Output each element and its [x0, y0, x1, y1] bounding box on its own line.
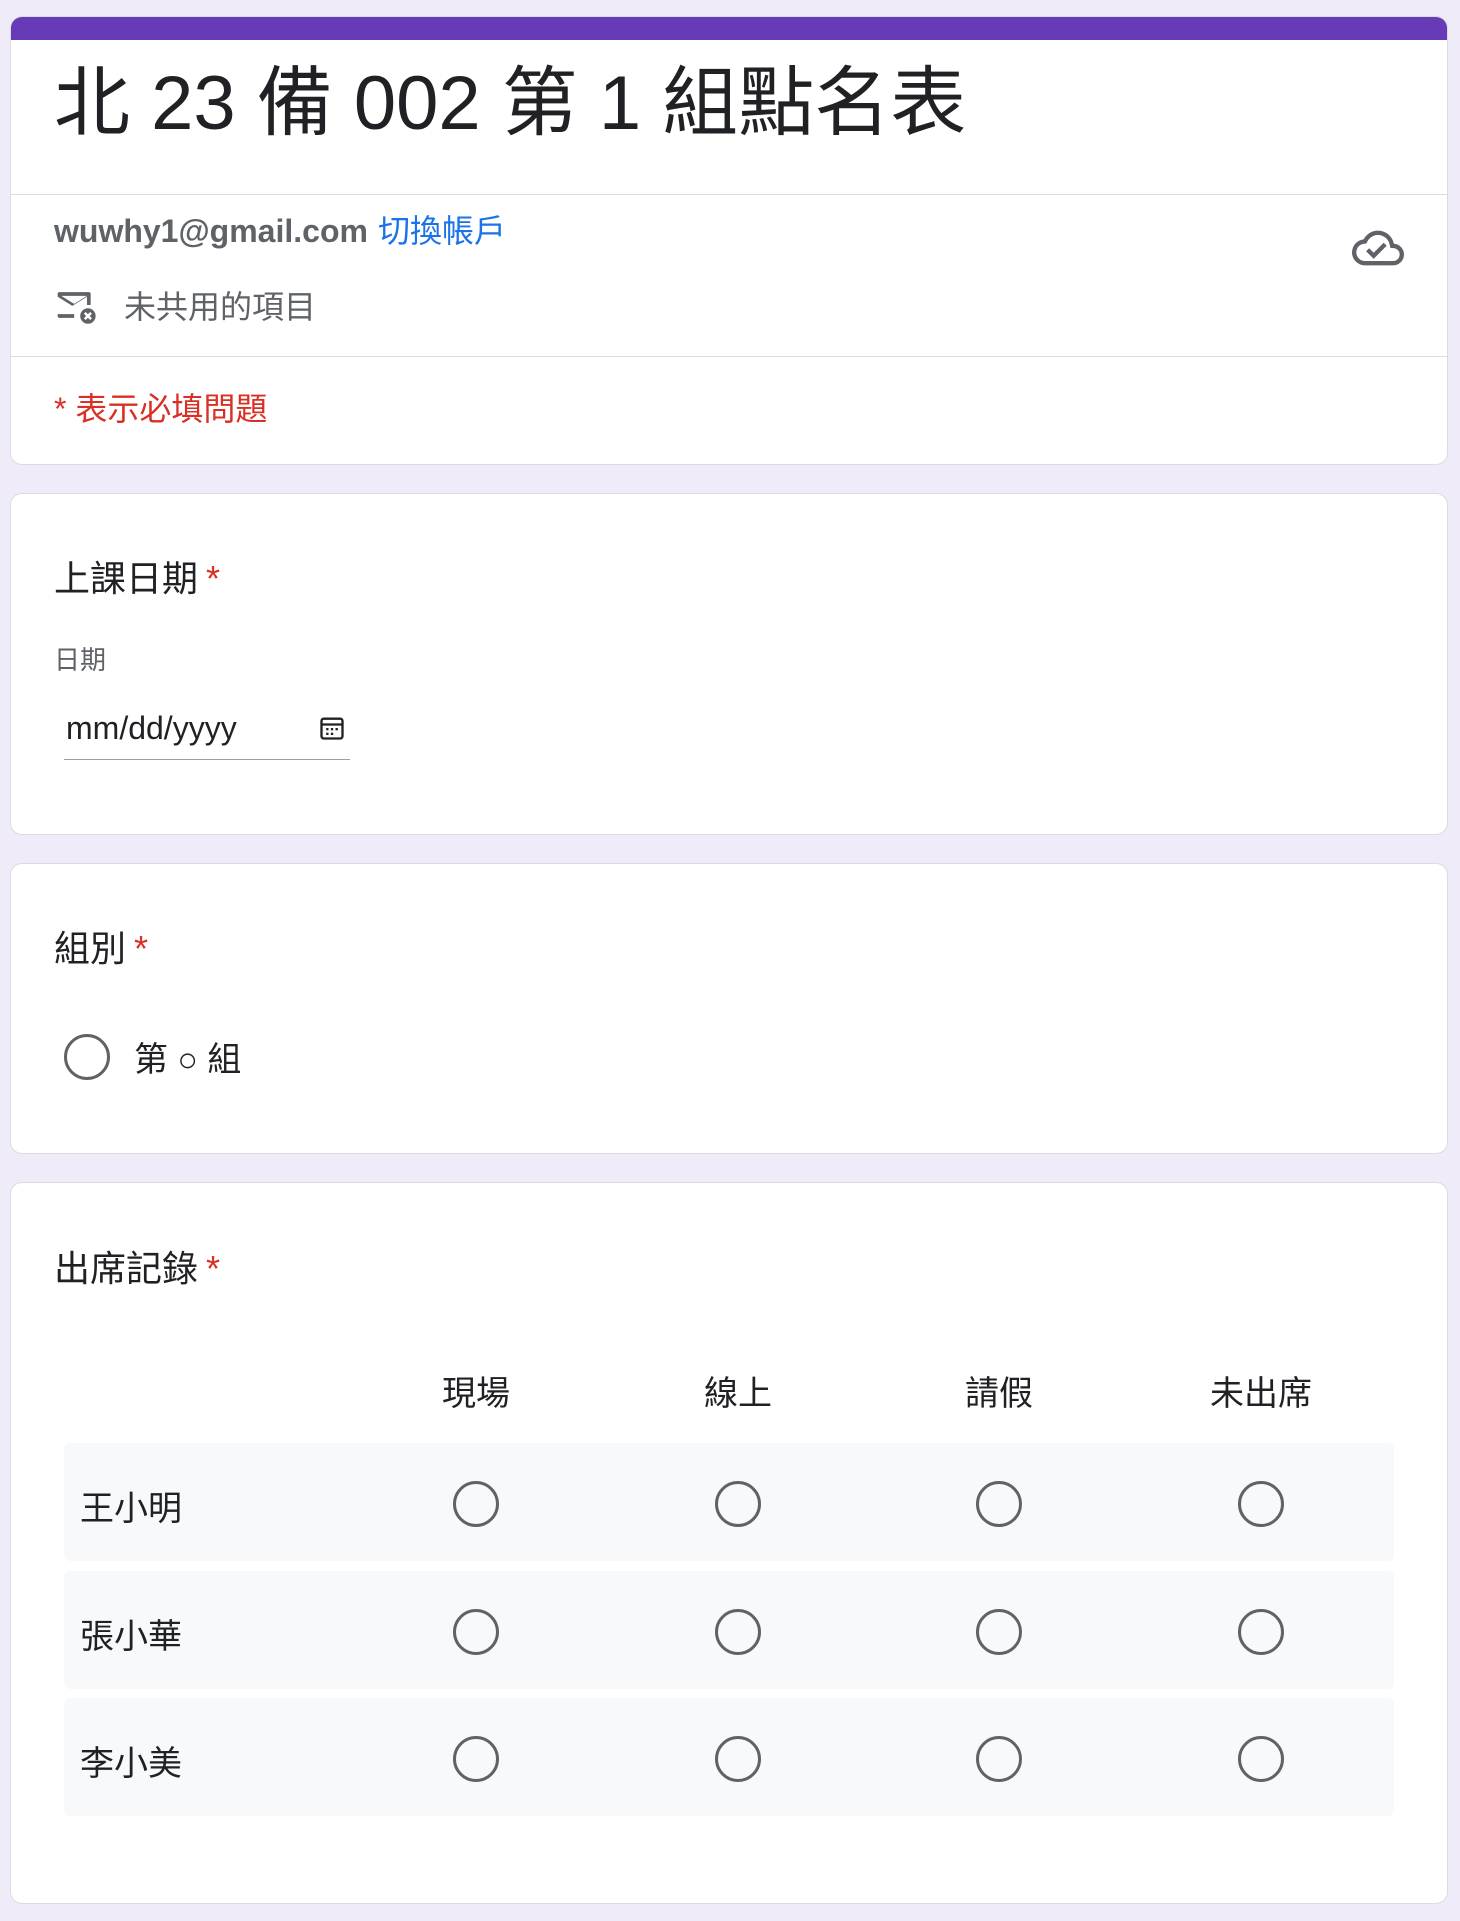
date-input-placeholder: mm/dd/yyyy — [66, 710, 237, 746]
group-option-label: 第 ○ 組 — [134, 1041, 242, 1079]
theme-color-bar — [11, 17, 1447, 40]
calendar-icon[interactable] — [318, 714, 346, 742]
radio-button[interactable] — [453, 1609, 499, 1655]
required-note: * 表示必填問題 — [54, 391, 268, 427]
radio-button[interactable] — [1238, 1481, 1284, 1527]
grid-column-header: 現場 — [442, 1375, 510, 1413]
required-star: * — [206, 1248, 221, 1289]
required-star: * — [134, 928, 149, 969]
mail-not-shared-icon — [57, 292, 96, 324]
divider — [11, 356, 1447, 357]
group-option[interactable]: 第 ○ 組 — [64, 1032, 241, 1081]
radio-button[interactable] — [453, 1736, 499, 1782]
grid-column-header: 未出席 — [1210, 1375, 1312, 1413]
question-title-text: 組別 — [54, 928, 127, 969]
grid-row: 王小明 — [64, 1443, 1394, 1561]
account-email: wuwhy1@gmail.com — [54, 213, 368, 249]
radio-button[interactable] — [1238, 1609, 1284, 1655]
question-title-text: 上課日期 — [54, 558, 199, 599]
required-star: * — [206, 558, 221, 599]
date-input[interactable]: mm/dd/yyyy — [64, 700, 350, 760]
account-row: wuwhy1@gmail.com 切換帳戶 — [54, 206, 506, 252]
grid-row-label: 王小明 — [80, 1490, 182, 1528]
cloud-saved-icon — [1352, 230, 1404, 266]
question-card-group — [10, 863, 1448, 1154]
radio-button[interactable] — [453, 1481, 499, 1527]
grid-row: 李小美 — [64, 1698, 1394, 1816]
question-title-text: 出席記錄 — [54, 1248, 199, 1289]
question-card-date — [10, 493, 1448, 835]
radio-button[interactable] — [976, 1609, 1022, 1655]
switch-account-link[interactable]: 切換帳戶 — [378, 213, 506, 249]
question-title-date: 上課日期 * — [54, 550, 220, 602]
date-sub-label: 日期 — [54, 645, 107, 675]
radio-button[interactable] — [64, 1033, 110, 1080]
grid-row-label: 李小美 — [80, 1745, 182, 1783]
grid-row: 張小華 — [64, 1571, 1394, 1689]
question-title-attendance: 出席記錄 * — [54, 1240, 220, 1292]
form-title: 北 23 備 002 第 1 組點名表 — [54, 61, 967, 146]
radio-button[interactable] — [715, 1481, 761, 1527]
question-title-group: 組別 * — [54, 920, 148, 972]
grid-row-label: 張小華 — [80, 1618, 182, 1656]
radio-button[interactable] — [976, 1481, 1022, 1527]
not-shared-label: 未共用的項目 — [124, 289, 317, 325]
radio-button[interactable] — [1238, 1736, 1284, 1782]
not-shared-row: 未共用的項目 — [54, 282, 316, 328]
grid-column-header: 線上 — [704, 1375, 772, 1413]
grid-column-header: 請假 — [965, 1375, 1033, 1413]
divider — [11, 194, 1447, 195]
radio-button[interactable] — [715, 1609, 761, 1655]
radio-button[interactable] — [715, 1736, 761, 1782]
radio-button[interactable] — [976, 1736, 1022, 1782]
